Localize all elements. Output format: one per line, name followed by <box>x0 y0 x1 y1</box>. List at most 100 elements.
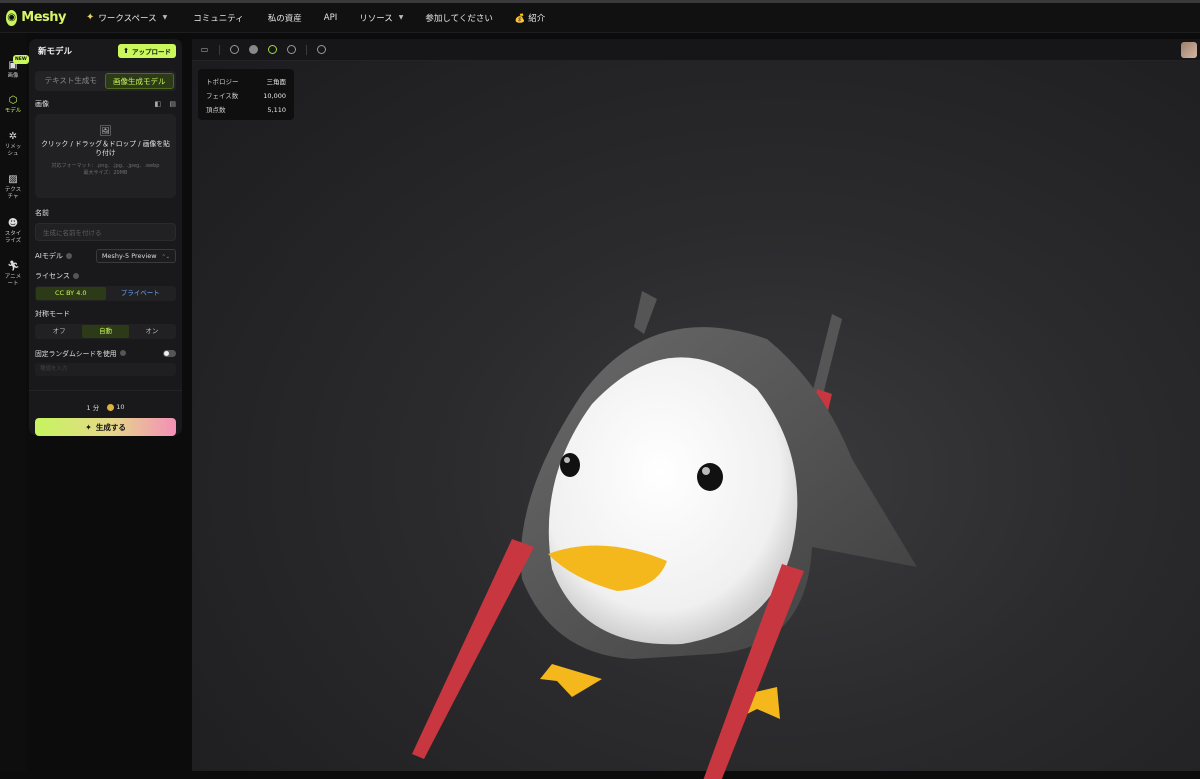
avatar[interactable] <box>1181 42 1197 58</box>
nav-assets[interactable]: 私の資産 <box>259 3 311 33</box>
nav-workspace-label: ワークスペース <box>98 13 157 24</box>
stylize-icon: ☻ <box>7 218 19 229</box>
license-cc[interactable]: CC BY 4.0 <box>36 287 106 300</box>
gallery-icon[interactable]: ▤ <box>169 100 176 108</box>
caret-down-icon: ▼ <box>162 14 168 21</box>
rail-model[interactable]: ⬡ モデル <box>0 95 26 115</box>
rail-image-label: 画像 <box>7 73 19 79</box>
caret-down-icon: ▼ <box>398 14 404 21</box>
divider <box>219 44 220 55</box>
symmetry-auto[interactable]: 自動 <box>82 325 129 338</box>
rail-stylize[interactable]: ☻ スタイライズ <box>0 218 26 245</box>
topology-label: トポロジー <box>206 78 239 86</box>
textured-shading-icon[interactable] <box>268 45 277 54</box>
ai-model-select[interactable]: Meshy-5 Preview ⌃⌄ <box>95 249 176 263</box>
verts-label: 頂点数 <box>206 106 226 114</box>
rail-texture[interactable]: ▨ テクスチャ <box>0 174 26 201</box>
top-bar: ◉ Meshy ✦ ワークスペース ▼ コミュニティ 私の資産 API リソース… <box>0 0 1200 33</box>
left-foot <box>540 664 602 697</box>
left-eye <box>560 453 580 477</box>
seed-toggle[interactable] <box>163 349 176 357</box>
tool-rail: NEW ▣ 画像 ⬡ モデル ✲ リメッシュ ▨ テクスチャ ☻ スタイライズ … <box>0 33 29 771</box>
wireframe-icon[interactable] <box>230 45 239 54</box>
divider <box>306 44 307 55</box>
texture-icon: ▨ <box>8 174 18 185</box>
lighting-icon[interactable] <box>317 45 326 54</box>
rail-animate-label: アニメート <box>4 274 22 287</box>
rail-remesh[interactable]: ✲ リメッシュ <box>0 131 26 158</box>
nav-api[interactable]: API <box>315 3 346 33</box>
seed-input[interactable]: 種値を入力 <box>35 363 176 376</box>
clay-shading-icon[interactable] <box>249 45 258 54</box>
faces-value: 10,000 <box>263 92 286 100</box>
topology-value: 三角面 <box>266 78 287 86</box>
license-label: ライセンス <box>35 272 70 280</box>
mesh-icon: ✲ <box>8 131 18 142</box>
symmetry-off[interactable]: オフ <box>36 325 82 338</box>
right-eye <box>697 463 723 491</box>
new-badge: NEW <box>13 55 29 64</box>
monitor-icon[interactable]: ▭ <box>200 45 209 54</box>
panel-title: 新モデル <box>38 47 73 57</box>
info-icon[interactable] <box>65 253 72 259</box>
license-private[interactable]: プライベート <box>106 287 176 300</box>
sparkle-icon: ✦ <box>85 422 92 432</box>
image-icon: 🖼︎ <box>99 126 112 137</box>
nav-resources-label: リソース <box>359 13 393 24</box>
credit-cost: 10 <box>116 403 125 411</box>
nav-referral[interactable]: 💰 紹介 <box>506 3 554 33</box>
running-figure-icon: 🏃︎ <box>7 261 20 272</box>
rail-remesh-label: リメッシュ <box>4 144 22 157</box>
cube-icon: ⬡ <box>8 95 18 106</box>
cost-row: 1 分 10 <box>35 402 176 412</box>
chevron-updown-icon: ⌃⌄ <box>161 254 170 260</box>
viewport-toolbar: ▭ <box>192 39 1200 61</box>
divider <box>29 390 182 391</box>
license-toggle: CC BY 4.0 プライベート <box>35 286 176 301</box>
tab-text-to-model[interactable]: テキスト生成モ <box>37 73 105 89</box>
credit-coin-icon <box>107 403 115 411</box>
faces-label: フェイス数 <box>206 92 239 100</box>
nav-workspace[interactable]: ✦ ワークスペース ▼ <box>77 3 176 33</box>
symmetry-toggle: オフ 自動 オン <box>35 324 176 339</box>
upload-label: アップロード <box>132 48 171 56</box>
rail-animate[interactable]: 🏃︎ アニメート <box>0 261 26 288</box>
tab-image-to-model[interactable]: 画像生成モデル <box>104 73 174 89</box>
upload-button[interactable]: ⬆ アップロード <box>118 44 176 58</box>
logo-icon: ◉ <box>6 9 18 26</box>
3d-viewport[interactable]: ▭ トポロジー 三角面 フェイス数 10,000 頂点数 5,110 <box>192 39 1200 779</box>
sparkle-icon: ✦ <box>86 12 95 23</box>
seed-label: 固定ランダムシードを使用 <box>35 350 117 358</box>
generate-button[interactable]: ✦ 生成する <box>35 418 176 436</box>
new-model-panel: 新モデル ⬆ アップロード テキスト生成モ 画像生成モデル 画像 ◧ ▤ 🖼︎ … <box>29 39 182 436</box>
rail-texture-label: テクスチャ <box>4 187 22 200</box>
rail-stylize-label: スタイライズ <box>4 231 22 244</box>
multi-view-icon[interactable]: ◧ <box>155 100 162 108</box>
info-icon[interactable] <box>72 273 79 279</box>
main-nav: ✦ ワークスペース ▼ コミュニティ 私の資産 API リソース ▼ 参加してく… <box>77 3 554 33</box>
name-input[interactable]: 生成に名前を付ける <box>35 223 176 241</box>
time-estimate: 1 分 <box>86 404 100 412</box>
nav-join[interactable]: 参加してください <box>416 3 502 33</box>
pbr-shading-icon[interactable] <box>287 45 296 54</box>
image-dropzone[interactable]: 🖼︎ クリック / ドラッグ＆ドロップ / 画像を貼り付け 対応フォーマット：.… <box>35 114 176 198</box>
penguin-model <box>412 291 917 779</box>
verts-value: 5,110 <box>267 106 286 114</box>
info-icon[interactable] <box>119 350 126 356</box>
ai-model-value: Meshy-5 Preview <box>101 252 157 260</box>
dropzone-formats: 対応フォーマット：.png、.jpg、.jpeg、.webp <box>51 163 160 169</box>
logo[interactable]: ◉ Meshy <box>6 9 66 26</box>
mode-tabs: テキスト生成モ 画像生成モデル <box>35 71 176 91</box>
rail-image[interactable]: NEW ▣ 画像 <box>0 55 29 80</box>
nav-resources[interactable]: リソース ▼ <box>350 3 412 33</box>
left-stick <box>412 539 534 759</box>
dropzone-instruction: クリック / ドラッグ＆ドロップ / 画像を貼り付け <box>41 140 170 157</box>
symmetry-label: 対称モード <box>35 310 70 318</box>
ai-model-label: AIモデル <box>35 252 63 260</box>
nav-community[interactable]: コミュニティ <box>184 3 253 33</box>
dropzone-size: 最大サイズ：20MB <box>83 170 128 176</box>
generate-label: 生成する <box>95 422 126 432</box>
symmetry-on[interactable]: オン <box>129 325 175 338</box>
mesh-stats: トポロジー 三角面 フェイス数 10,000 頂点数 5,110 <box>198 69 294 120</box>
brand-name: Meshy <box>21 10 66 25</box>
